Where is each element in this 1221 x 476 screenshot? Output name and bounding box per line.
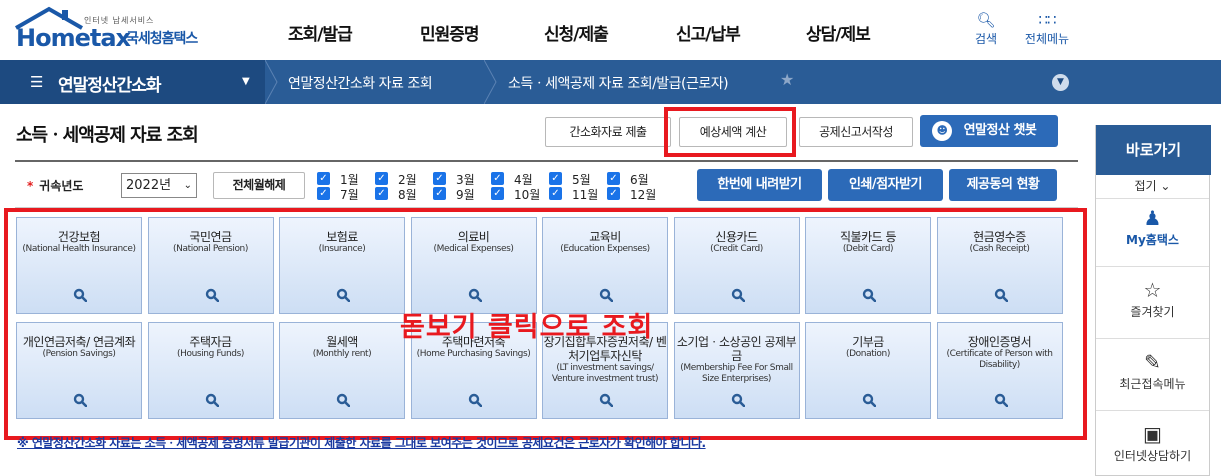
month-checkbox-11[interactable]: ✓ 11월 [549,186,607,202]
quick-links-panel: 바로가기 접기 ⌄ ♟ My홈택스 ☆ 즐겨찾기 ✎ 최근접속메뉴 ▣ 인터넷상… [1095,125,1211,476]
hamburger-icon: ☰ [30,73,44,91]
month-checkbox-2[interactable]: ✓ 2월 [375,171,433,187]
gnb-item-consult[interactable]: 상담/제보 [806,20,871,45]
all-menu-label: 전체메뉴 [1024,32,1070,46]
gnb-item-inquiry[interactable]: 조회/발급 [288,20,353,45]
quick-links-title: 바로가기 [1096,125,1211,175]
deselect-all-months-button[interactable]: 전체월해제 [213,172,305,199]
notice-text[interactable]: ※ 연말정산간소화 자료는 소득ㆍ세액공제 증명서류 발급기관이 제출한 자료를… [17,434,706,451]
quick-link-my-hometax[interactable]: ♟ My홈택스 [1096,205,1209,267]
month-checkbox-4[interactable]: ✓ 4월 [491,171,549,187]
quick-link-label: 최근접속메뉴 [1119,377,1186,391]
submit-data-button[interactable]: 간소화자료 제출 [545,117,671,147]
checkmark-icon[interactable]: ✓ [491,172,504,185]
month-checkbox-8[interactable]: ✓ 8월 [375,186,433,202]
site-header: 인터넷 납세서비스 Hometax 국세청홈택스 조회/발급 민원증명 신청/제… [0,0,1221,60]
download-all-button[interactable]: 한번에 내려받기 [697,169,822,201]
month-label: 9월 [456,188,475,202]
year-label: * 귀속년도 [27,177,83,194]
month-checkbox-3[interactable]: ✓ 3월 [433,171,491,187]
gnb-item-certificate[interactable]: 민원증명 [420,20,480,45]
gnb-item-application[interactable]: 신청/제출 [544,20,609,45]
checkmark-icon[interactable]: ✓ [375,172,388,185]
month-checkbox-1[interactable]: ✓ 1월 [317,171,375,187]
checkmark-icon[interactable]: ✓ [433,172,446,185]
checkmark-icon[interactable]: ✓ [433,187,446,200]
quick-link-label: 즐겨찾기 [1130,305,1175,319]
highlight-box [4,208,1087,440]
nav-menu-title: 연말정산간소화 [58,76,161,96]
favorite-star-icon[interactable]: ★ [780,70,794,89]
app-root: 인터넷 납세서비스 Hometax 국세청홈택스 조회/발급 민원증명 신청/제… [0,0,1221,476]
breadcrumb-item-1[interactable]: 연말정산간소화 자료 조회 [288,73,433,93]
checkmark-icon[interactable]: ✓ [549,187,562,200]
search-label: 검색 [974,32,998,46]
print-braille-button[interactable]: 인쇄/점자받기 [828,169,943,201]
nav-menu-dropdown[interactable]: ☰ 연말정산간소화 ▼ [0,60,265,104]
recent-doc-icon: ✎ [1144,350,1161,374]
quick-link-label: My홈택스 [1126,233,1179,247]
checkmark-icon[interactable]: ✓ [317,172,330,185]
fold-label: 접기 [1134,179,1157,193]
month-label: 8월 [398,188,417,202]
quick-link-recent[interactable]: ✎ 최근접속메뉴 [1096,349,1209,411]
checkmark-icon[interactable]: ✓ [607,187,620,200]
year-select-value: 2022년 [126,178,172,193]
filter-row: * 귀속년도 2022년 ⌄ 전체월해제 ✓ 1월 ✓ 2월 ✓ 3월 ✓ 4월 ✓ 5월 ✓ 6월 ✓ 7… [15,160,1078,208]
fold-button[interactable]: 접기 ⌄ [1096,177,1209,199]
search-icon: 🔍︎ [976,11,996,29]
hometax-logo[interactable]: 인터넷 납세서비스 Hometax 국세청홈택스 [14,6,224,54]
month-checkbox-10[interactable]: ✓ 10월 [491,186,549,202]
monitor-icon: ▣ [1143,422,1162,446]
breadcrumb-separator [484,60,497,104]
month-label: 12월 [630,188,657,202]
month-label: 10월 [514,188,541,202]
quick-link-favorites[interactable]: ☆ 즐겨찾기 [1096,277,1209,339]
breadcrumb-item-2[interactable]: 소득ㆍ세액공제 자료 조회/발급(근로자) [508,73,729,93]
all-menu-button[interactable]: ∷∷ 전체메뉴 [1018,10,1076,47]
gnb-item-report[interactable]: 신고/납부 [676,20,741,45]
user-icon: ♟ [1143,206,1162,230]
logo-sub-text: 국세청홈택스 [126,31,198,47]
year-select[interactable]: 2022년 ⌄ [121,173,197,198]
nav-bar: ☰ 연말정산간소화 ▼ 연말정산간소화 자료 조회 소득ㆍ세액공제 자료 조회/… [0,60,1221,104]
month-checkbox-5[interactable]: ✓ 5월 [549,171,607,187]
month-checkbox-12[interactable]: ✓ 12월 [607,186,665,202]
month-label: 11월 [572,188,599,202]
star-outline-icon: ☆ [1143,278,1162,302]
month-checkbox-9[interactable]: ✓ 9월 [433,186,491,202]
chevron-down-icon: ⌄ [183,180,192,191]
checkmark-icon[interactable]: ✓ [375,187,388,200]
search-button[interactable]: 🔍︎ 검색 [970,10,1002,47]
checkmark-icon[interactable]: ✓ [607,172,620,185]
chatbot-icon: ☻ [932,121,952,141]
month-checkboxes: ✓ 1월 ✓ 2월 ✓ 3월 ✓ 4월 ✓ 5월 ✓ 6월 ✓ 7월 ✓ 8월 ✓ 9월 ✓ 10월 ✓ 11월 ✓ 12월 [317,171,677,203]
checkmark-icon[interactable]: ✓ [549,172,562,185]
chevron-down-icon: ⌄ [1160,179,1171,193]
checkmark-icon[interactable]: ✓ [491,187,504,200]
page-title: 소득ㆍ세액공제 자료 조회 [16,125,199,146]
required-mark: * [27,179,34,193]
checkmark-icon[interactable]: ✓ [317,187,330,200]
month-checkbox-7[interactable]: ✓ 7월 [317,186,375,202]
grid-menu-icon: ∷∷ [1038,11,1056,29]
quick-link-label: 인터넷상담하기 [1113,449,1192,463]
quick-link-consult[interactable]: ▣ 인터넷상담하기 [1096,421,1209,476]
logo-main-text: Hometax [16,24,131,52]
deduction-form-button[interactable]: 공제신고서작성 [799,117,913,147]
month-checkbox-6[interactable]: ✓ 6월 [607,171,665,187]
consent-status-button[interactable]: 제공동의 현황 [949,169,1057,201]
caret-down-icon: ▼ [242,76,250,87]
year-label-text: 귀속년도 [39,179,84,193]
chatbot-label: 연말정산 챗봇 [963,123,1037,138]
chevron-down-icon[interactable]: ▼ [1052,74,1069,91]
highlight-box [664,107,796,157]
chatbot-button[interactable]: ☻ 연말정산 챗봇 [920,115,1058,147]
breadcrumb-separator [265,60,278,104]
month-label: 7월 [340,188,359,202]
